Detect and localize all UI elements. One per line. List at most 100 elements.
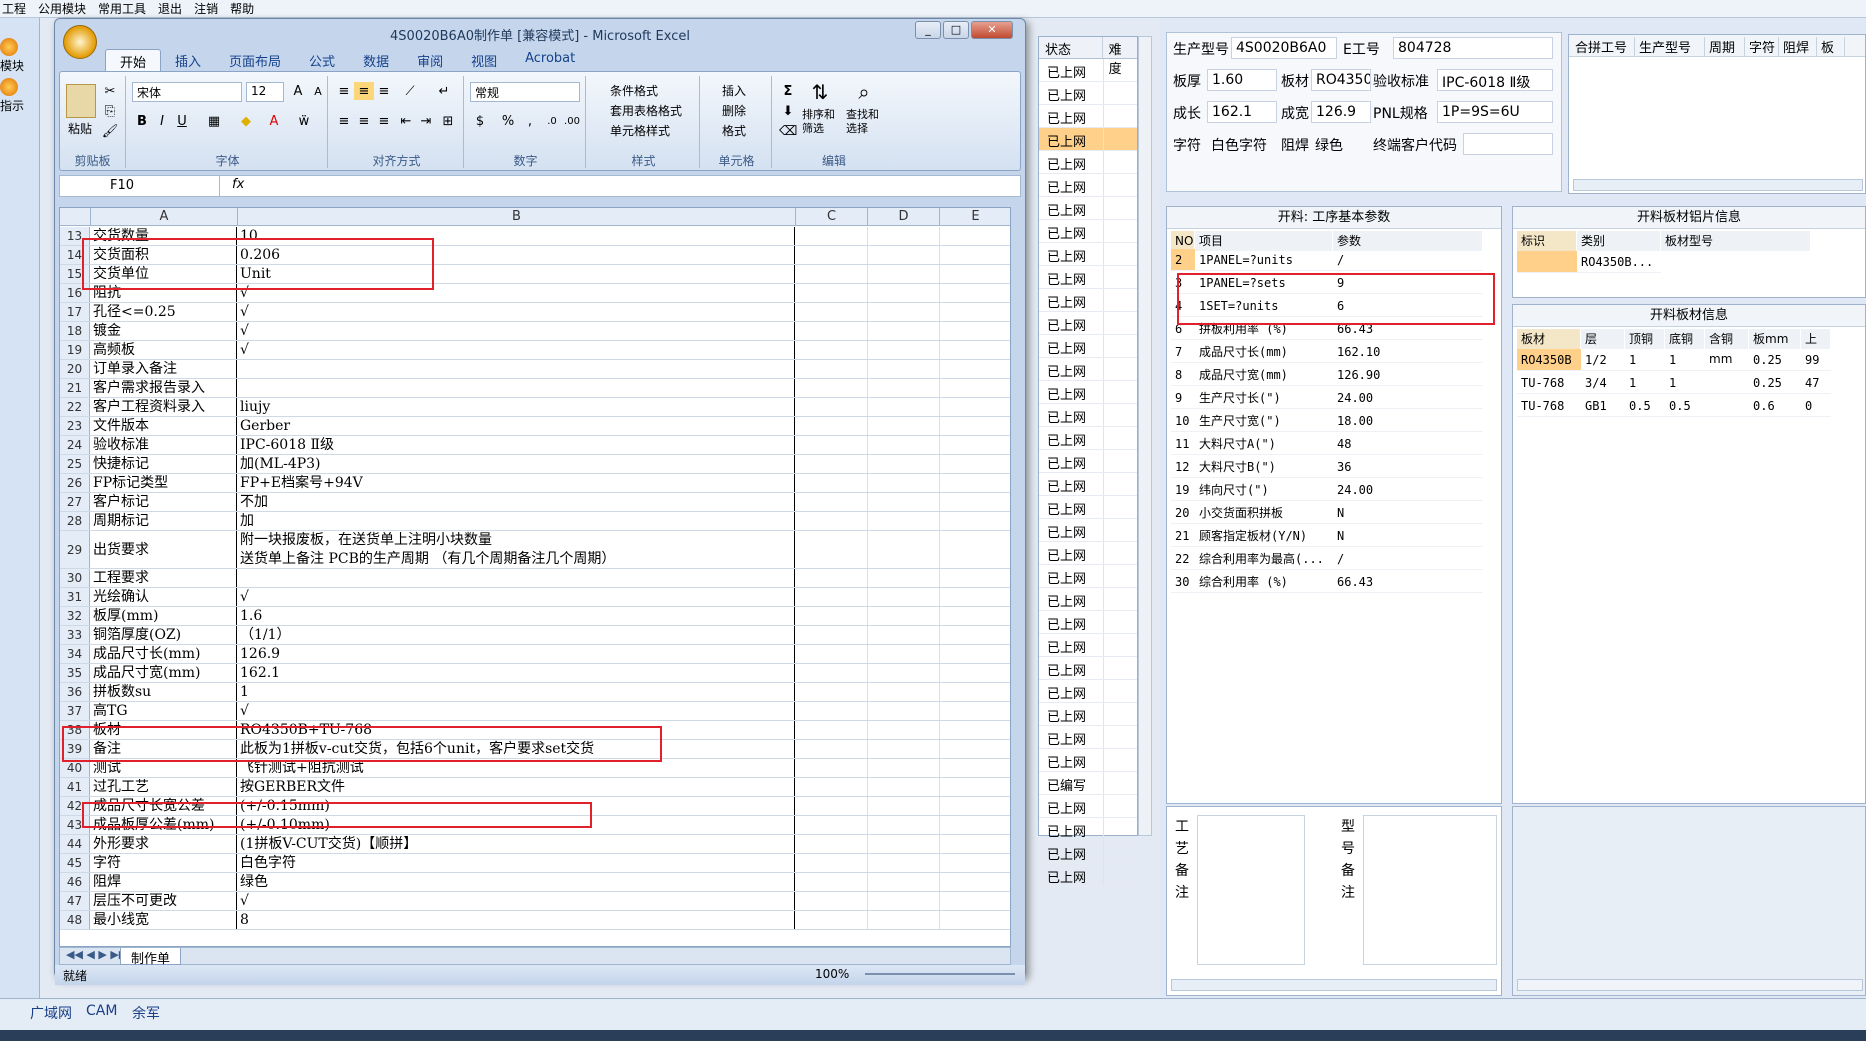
status-row[interactable]: 已上网 [1039,266,1137,289]
cell-e[interactable] [940,645,1010,663]
cell-a[interactable]: 验收标准 [91,436,237,454]
wrap-text-icon[interactable]: ↵ [434,82,454,100]
cell-c[interactable] [796,246,868,264]
cell-b[interactable]: (1拼板V-CUT交货)【顺拼】 [238,835,795,853]
cell-c[interactable] [796,284,868,302]
cell-e[interactable] [940,436,1010,454]
cell-e[interactable] [940,341,1010,359]
cell-e[interactable] [940,455,1010,473]
italic-icon[interactable]: I [152,112,172,130]
cell-d[interactable] [868,626,940,644]
cell-c[interactable] [796,322,868,340]
status-row[interactable]: 已上网 [1039,611,1137,634]
cell-d[interactable] [868,360,940,378]
row-number[interactable]: 22 [60,398,90,416]
material-row[interactable]: TU-768 GB1 0.5 0.5 0.6 0 [1513,395,1865,418]
cell-d[interactable] [868,721,940,739]
cell-a[interactable]: 板厚(mm) [91,607,237,625]
align-center-icon[interactable]: ≡ [354,112,374,130]
cell-b[interactable]: 162.1 [238,664,795,682]
cell-a[interactable]: 层压不可更改 [91,892,237,910]
tab-home[interactable]: 开始 [105,49,162,71]
decrease-decimal-icon[interactable]: .00 [562,112,582,130]
col-header-b[interactable]: B [238,208,796,226]
material-col-header[interactable]: 含铜mm [1705,329,1749,366]
cell-e[interactable] [940,417,1010,435]
cut-param-row[interactable]: 30 综合利用率 (%) 66.43 [1167,571,1501,594]
cell-a[interactable]: 周期标记 [91,512,237,530]
cell-b[interactable]: √ [238,588,795,606]
status-row[interactable]: 已上网 [1039,542,1137,565]
row-number[interactable]: 46 [60,873,90,891]
status-row[interactable]: 已上网 [1039,105,1137,128]
tab-page-layout[interactable]: 页面布局 [215,49,295,71]
format-painter-icon[interactable]: 🖌 [100,122,120,140]
col-header-a[interactable]: A [91,208,238,226]
cell-b[interactable]: √ [238,892,795,910]
cell-a[interactable]: 阻焊 [91,873,237,891]
cell-c[interactable] [796,265,868,283]
cell-d[interactable] [868,303,940,321]
cell-e[interactable] [940,759,1010,777]
status-row[interactable]: 已上网 [1039,496,1137,519]
merge-col-header[interactable]: 板 [1817,37,1845,56]
cell-d[interactable] [868,379,940,397]
cell-d[interactable] [868,531,940,568]
status-row[interactable]: 已上网 [1039,657,1137,680]
cell-a[interactable]: 文件版本 [91,417,237,435]
cell-e[interactable] [940,835,1010,853]
cell-c[interactable] [796,512,868,530]
status-row[interactable]: 已上网 [1039,82,1137,105]
cell-c[interactable] [796,360,868,378]
row-number[interactable]: 33 [60,626,90,644]
status-row[interactable]: 已上网 [1039,174,1137,197]
prod-model-field[interactable]: 4S0020B6A0 [1231,37,1337,59]
status-row[interactable]: 已上网 [1039,404,1137,427]
cell-c[interactable] [796,835,868,853]
row-number[interactable]: 17 [60,303,90,321]
cell-e[interactable] [940,892,1010,910]
mask-field[interactable]: 绿色 [1311,133,1371,155]
menu-project[interactable]: 工程 [2,0,26,17]
cell-c[interactable] [796,398,868,416]
cell-c[interactable] [796,892,868,910]
cell-a[interactable]: 出货要求 [91,531,237,568]
align-left-icon[interactable]: ≡ [334,112,354,130]
cut-param-row[interactable]: 9 生产尺寸长(") 24.00 [1167,387,1501,410]
status-row[interactable]: 已编写 [1039,772,1137,795]
tab-review[interactable]: 审阅 [403,49,457,71]
cell-d[interactable] [868,436,940,454]
tab-acrobat[interactable]: Acrobat [511,49,589,71]
row-number[interactable]: 48 [60,911,90,929]
find-select-button[interactable]: 查找和选择 [846,108,882,136]
cell-b[interactable]: 1 [238,683,795,701]
material-row[interactable]: TU-768 3/4 1 1 0.25 47 [1513,372,1865,395]
cell-c[interactable] [796,227,868,245]
menu-logout[interactable]: 注销 [194,0,218,17]
status-scrollbar[interactable] [1138,36,1152,836]
row-number[interactable]: 28 [60,512,90,530]
cell-b[interactable]: √ [238,322,795,340]
cell-d[interactable] [868,816,940,834]
status-row[interactable]: 已上网 [1039,220,1137,243]
decrease-indent-icon[interactable]: ⇤ [396,112,416,130]
cell-d[interactable] [868,607,940,625]
col-header-c[interactable]: C [796,208,868,226]
cell-a[interactable]: 成品尺寸长(mm) [91,645,237,663]
cell-e[interactable] [940,854,1010,872]
cell-d[interactable] [868,797,940,815]
font-name-combo[interactable]: 宋体 [132,82,242,102]
cell-c[interactable] [796,341,868,359]
cut-param-row[interactable]: 19 纬向尺寸(") 24.00 [1167,479,1501,502]
cell-c[interactable] [796,493,868,511]
cell-c[interactable] [796,626,868,644]
sheet-nav-arrows[interactable]: ◀◀ ◀ ▶ ▶▶ [66,948,127,961]
status-row[interactable]: 已上网 [1039,864,1137,887]
material-col-header[interactable]: 上 [1801,329,1831,349]
cell-d[interactable] [868,911,940,929]
cut-param-row[interactable]: 21 顾客指定板材(Y/N) N [1167,525,1501,548]
cell-a[interactable]: 客户需求报告录入 [91,379,237,397]
cell-e[interactable] [940,322,1010,340]
menu-common-module[interactable]: 公用模块 [38,0,86,17]
row-number[interactable]: 26 [60,474,90,492]
